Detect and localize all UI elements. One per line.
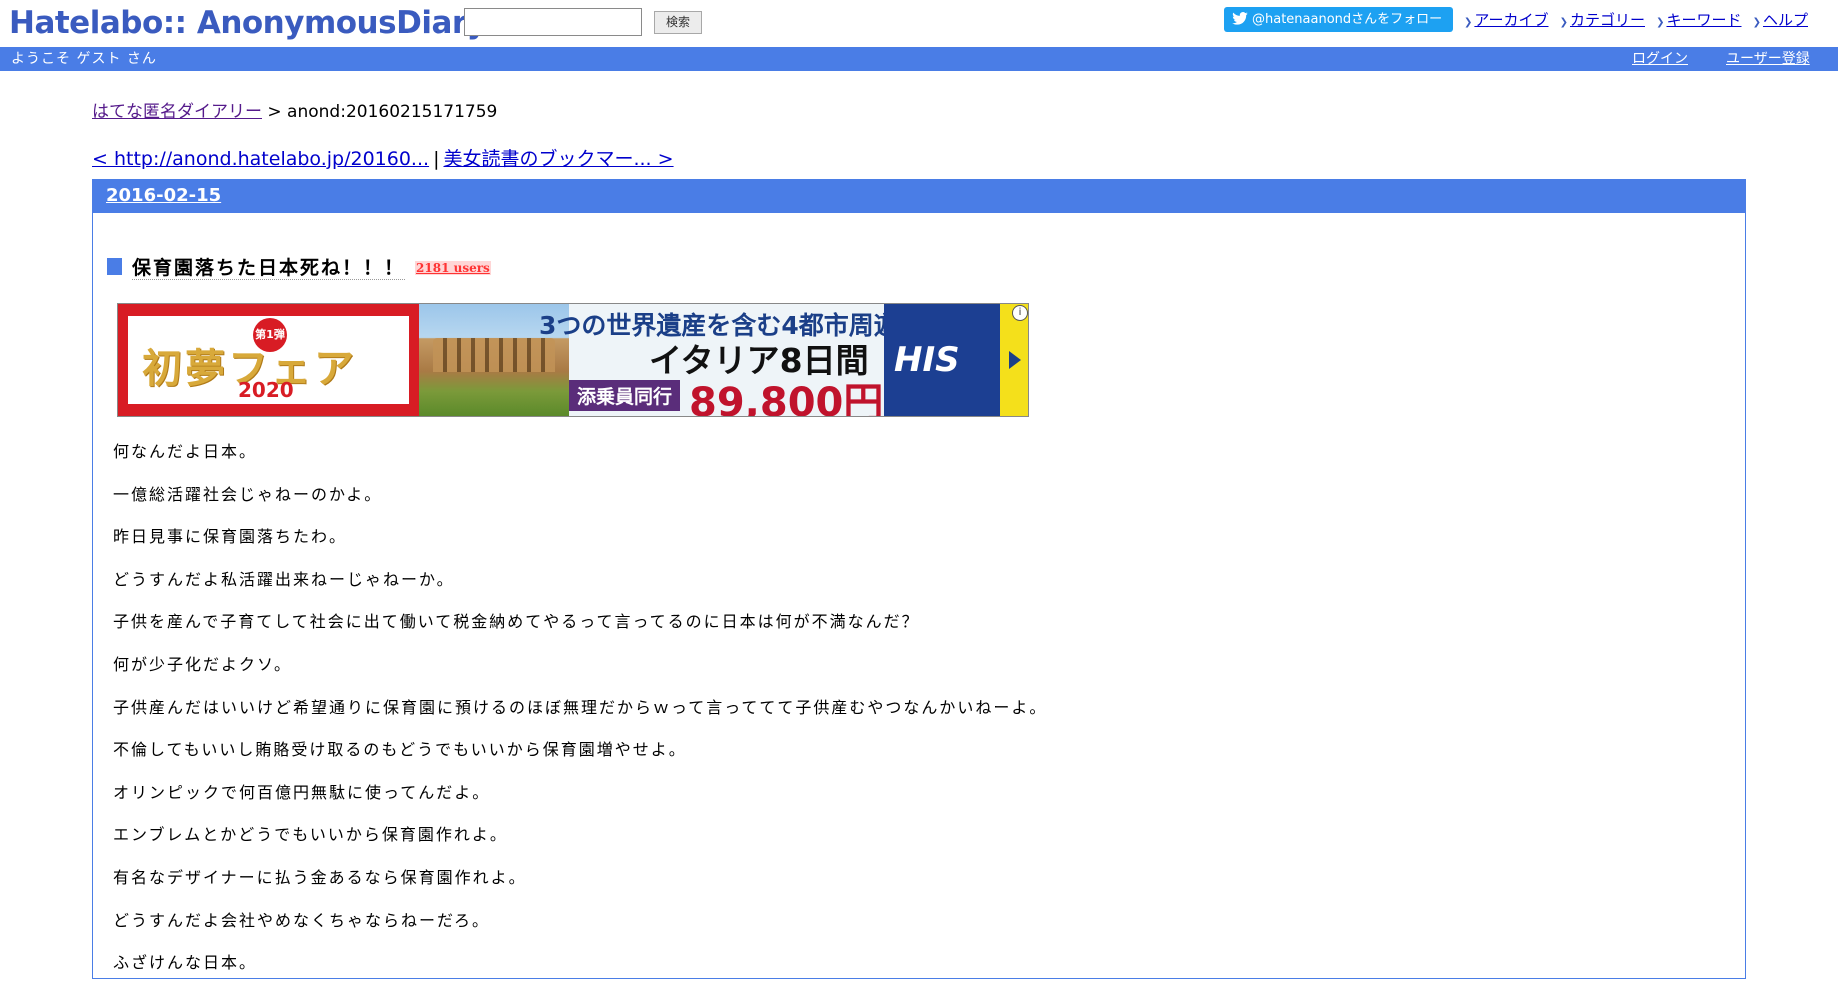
- archive-link[interactable]: ❯ アーカイブ: [1464, 9, 1549, 30]
- ad-year: 2020: [238, 378, 294, 402]
- ad-banner[interactable]: 第1弾 初夢フェア 2020 3つの世界遺産を含む4都市周遊 イタリア8日間 添…: [117, 303, 1029, 417]
- ad-fair-panel: 第1弾 初夢フェア 2020: [118, 304, 419, 416]
- nav-separator: |: [433, 148, 440, 170]
- chevron-right-icon: ❯: [1656, 17, 1665, 28]
- site-logo[interactable]: Hatelabo:: AnonymousDiary: [9, 1, 487, 45]
- breadcrumb: はてな匿名ダイアリー > anond:20160215171759: [92, 97, 497, 122]
- paragraph: ふざけんな日本。: [113, 953, 258, 973]
- paragraph: 子供を産んで子育てして社会に出て働いて税金納めてやるって言ってるのに日本は何が不…: [113, 612, 920, 632]
- welcome-text: ようこそ ゲスト さん: [11, 51, 157, 67]
- paragraph: 一億総活躍社会じゃねーのかよ。: [113, 484, 383, 504]
- ad-arrow-icon: [1009, 351, 1021, 369]
- header-nav: ❯ アーカイブ ❯ カテゴリー ❯ キーワード ❯ ヘルプ: [1458, 9, 1808, 30]
- search-button[interactable]: 検索: [654, 11, 702, 34]
- paragraph: どうすんだよ私活躍出来ねーじゃねーか。: [113, 569, 455, 589]
- login-link[interactable]: ログイン: [1632, 47, 1688, 71]
- paragraph: 昨日見事に保育園落ちたわ。: [113, 527, 348, 547]
- entry-body: 何なんだよ日本。 一億総活躍社会じゃねーのかよ。 昨日見事に保育園落ちたわ。 ど…: [113, 439, 1713, 993]
- entry-title-text[interactable]: 保育園落ちた日本死ね！！！: [132, 257, 406, 280]
- entry-nav: < http://anond.hatelabo.jp/20160... | 美女読書…: [92, 144, 674, 171]
- twitter-bird-icon: [1232, 12, 1248, 25]
- breadcrumb-current: > anond:20160215171759: [262, 102, 498, 122]
- entry-square-icon[interactable]: [107, 258, 122, 275]
- paragraph: エンブレムとかどうでもいいから保育園作れよ。: [113, 825, 508, 845]
- day-header: 2016-02-15: [92, 179, 1746, 213]
- bookmark-users-badge[interactable]: 2181 users: [415, 261, 491, 275]
- user-bar: ようこそ ゲスト さん ログイン ユーザー登録: [0, 47, 1838, 71]
- day-date-link[interactable]: 2016-02-15: [106, 185, 221, 206]
- chevron-right-icon: ❯: [1559, 17, 1568, 28]
- twitter-follow-button[interactable]: @hatenaanondさんをフォロー: [1224, 7, 1453, 32]
- site-header: Hatelabo:: AnonymousDiary 検索 @hatenaanon…: [0, 0, 1838, 46]
- paragraph: 子供産んだはいいけど希望通りに保育園に預けるのほぼ無理だからｗって言っててて子供…: [113, 697, 1048, 717]
- ad-info-icon[interactable]: i: [1012, 305, 1028, 321]
- ad-tag: 添乗員同行: [569, 380, 681, 411]
- paragraph: 有名なデザイナーに払う金あるなら保育園作れよ。: [113, 867, 527, 887]
- paragraph: 何なんだよ日本。: [113, 442, 258, 461]
- category-link[interactable]: ❯ カテゴリー: [1560, 9, 1645, 30]
- keyword-link[interactable]: ❯ キーワード: [1656, 9, 1741, 30]
- ad-price: 89,800円~: [689, 380, 917, 417]
- help-link[interactable]: ❯ ヘルプ: [1753, 9, 1808, 30]
- paragraph: 不倫してもいいし賄賂受け取るのもどうでもいいから保育園増やせよ。: [113, 740, 687, 760]
- his-logo: HIS: [884, 304, 1000, 416]
- paragraph: オリンピックで何百億円無駄に使ってんだよ。: [113, 782, 491, 802]
- chevron-right-icon: ❯: [1752, 17, 1761, 28]
- register-link[interactable]: ユーザー登録: [1726, 47, 1810, 71]
- chevron-right-icon: ❯: [1464, 17, 1473, 28]
- breadcrumb-home-link[interactable]: はてな匿名ダイアリー: [92, 102, 262, 122]
- prev-entry-link[interactable]: < http://anond.hatelabo.jp/20160...: [92, 148, 429, 170]
- paragraph: 何が少子化だよクソ。: [113, 654, 293, 674]
- search-input[interactable]: [464, 8, 642, 36]
- paragraph: どうすんだよ会社やめなくちゃならねーだろ。: [113, 910, 491, 930]
- follow-label: @hatenaanondさんをフォロー: [1252, 12, 1443, 27]
- next-entry-link[interactable]: 美女読書のブックマー... >: [443, 148, 673, 170]
- entry-title: 保育園落ちた日本死ね！！！ 2181 users: [107, 253, 491, 280]
